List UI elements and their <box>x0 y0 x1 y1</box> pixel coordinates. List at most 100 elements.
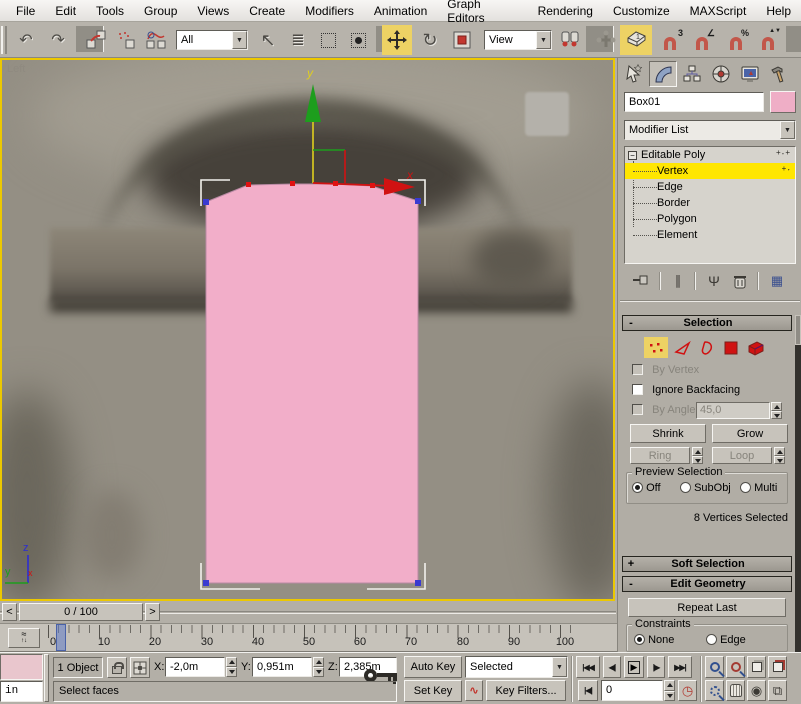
y-spinner[interactable] <box>313 657 324 677</box>
bind-to-space-warp-button[interactable] <box>142 26 170 54</box>
move-gizmo[interactable] <box>305 84 415 195</box>
window-crossing-button[interactable] <box>344 26 372 54</box>
by-angle-row[interactable]: By Angle: <box>632 404 699 416</box>
pan-button[interactable] <box>726 680 745 701</box>
tab-hierarchy[interactable] <box>678 61 706 87</box>
radio-icon[interactable] <box>706 634 717 645</box>
tab-utilities[interactable] <box>765 61 793 87</box>
previous-frame-button[interactable]: ◀| <box>603 656 621 678</box>
use-pivot-center-button[interactable] <box>556 26 584 54</box>
menu-customize[interactable]: Customize <box>603 2 680 20</box>
make-unique-button[interactable]: Ψ <box>702 270 726 292</box>
select-and-move-button[interactable] <box>382 25 412 55</box>
arc-rotate-button[interactable]: ◉ <box>747 680 766 701</box>
object-name-field[interactable]: Box01 <box>624 92 764 112</box>
key-mode-toggle-button[interactable]: |◀| <box>578 680 598 701</box>
dropdown-arrow-icon[interactable]: ▼ <box>780 121 795 139</box>
absolute-mode-toggle[interactable] <box>130 657 150 678</box>
y-coord-field[interactable]: 0,951m <box>252 657 312 677</box>
constraint-none-radio[interactable]: None <box>634 634 674 646</box>
default-tangents-button[interactable]: ∿ <box>465 680 483 701</box>
spinner-snap-button[interactable]: ▲▼ <box>754 26 782 54</box>
listener-splitter[interactable] <box>44 654 49 702</box>
menu-create[interactable]: Create <box>239 2 295 20</box>
zoom-extents-button[interactable] <box>747 656 766 678</box>
select-and-scale-button[interactable] <box>448 26 476 54</box>
select-and-rotate-button[interactable]: ↻ <box>416 26 444 54</box>
angle-snap-button[interactable]: ∠ <box>688 26 716 54</box>
zoom-button[interactable] <box>705 656 724 678</box>
time-slider-handle[interactable]: 0 / 100 <box>19 603 143 621</box>
ignore-backfacing-checkbox[interactable] <box>632 384 643 395</box>
previous-frame-arrow[interactable]: < <box>2 603 17 621</box>
select-and-link-button[interactable] <box>82 26 110 54</box>
polygon-subobject-button[interactable] <box>720 337 742 358</box>
object-color-swatch[interactable] <box>770 91 796 113</box>
reference-coordinate-dropdown[interactable]: View▼ <box>484 30 552 50</box>
panel-scrollbar[interactable] <box>795 315 801 652</box>
maxscript-listener-pane[interactable]: in <box>0 681 43 702</box>
by-vertex-checkbox[interactable] <box>632 364 643 375</box>
preview-off-radio[interactable]: Off <box>632 482 661 494</box>
menu-file[interactable]: File <box>6 2 45 20</box>
macro-recorder-pane[interactable] <box>0 654 43 680</box>
next-frame-arrow[interactable]: > <box>145 603 160 621</box>
edge-subobject-button[interactable] <box>672 337 694 358</box>
select-and-manipulate-button[interactable] <box>592 26 620 54</box>
toolbar-grip[interactable] <box>1 26 7 54</box>
snaps-toggle-button[interactable]: 3 <box>656 26 684 54</box>
menu-edit[interactable]: Edit <box>45 2 86 20</box>
by-angle-spinner[interactable] <box>771 402 782 419</box>
menu-maxscript[interactable]: MAXScript <box>680 2 757 20</box>
shrink-button[interactable]: Shrink <box>630 424 706 443</box>
ring-button[interactable]: Ring <box>630 447 690 464</box>
tab-create[interactable] <box>620 61 648 87</box>
zoom-extents-all-button[interactable] <box>768 656 787 678</box>
radio-icon[interactable] <box>680 482 691 493</box>
next-frame-button[interactable]: |▶ <box>647 656 665 678</box>
preview-multi-radio[interactable]: Multi <box>740 482 777 494</box>
rollout-edit-geometry-header[interactable]: - Edit Geometry <box>622 576 792 592</box>
go-to-start-button[interactable]: |◀◀ <box>576 656 600 678</box>
go-to-end-button[interactable]: ▶▶| <box>668 656 692 678</box>
x-coord-field[interactable]: -2,0m <box>165 657 225 677</box>
current-frame-field[interactable]: 0 <box>601 680 663 701</box>
radio-icon[interactable] <box>634 634 645 645</box>
undo-button[interactable]: ↶ <box>12 26 40 54</box>
stack-row-edge[interactable]: Edge <box>625 179 795 195</box>
redo-button[interactable]: ↷ <box>44 26 72 54</box>
by-angle-field[interactable]: 45,0 <box>696 402 770 419</box>
play-button[interactable]: ▶ <box>624 656 644 678</box>
radio-icon[interactable] <box>740 482 751 493</box>
time-configuration-button[interactable]: ◷ <box>678 680 697 701</box>
open-mini-curve-editor-button[interactable]: ≈↑↓ <box>8 628 40 648</box>
by-vertex-row[interactable]: By Vertex <box>632 364 699 376</box>
rectangular-selection-region-button[interactable] <box>314 26 342 54</box>
menu-views[interactable]: Views <box>187 2 239 20</box>
remove-modifier-button[interactable] <box>728 270 752 292</box>
percent-snap-button[interactable]: % <box>722 26 750 54</box>
menu-modifiers[interactable]: Modifiers <box>295 2 364 20</box>
show-end-result-button[interactable]: ∥ <box>666 270 690 292</box>
select-by-name-button[interactable]: ≣ <box>284 26 312 54</box>
auto-key-button[interactable]: Auto Key <box>404 656 462 678</box>
menu-group[interactable]: Group <box>134 2 187 20</box>
x-spinner[interactable] <box>226 657 237 677</box>
viewport-label[interactable]: Left <box>7 63 25 75</box>
track-bar[interactable]: ≈↑↓ 0 10 20 30 40 50 60 70 80 90 100 <box>0 624 617 652</box>
modifier-list-dropdown[interactable]: Modifier List▼ <box>624 120 796 140</box>
tab-modify[interactable] <box>649 61 677 87</box>
radio-icon[interactable] <box>632 482 643 493</box>
viewport-left[interactable]: y x z y x Left <box>0 58 615 601</box>
dropdown-arrow-icon[interactable]: ▼ <box>232 31 247 49</box>
pin-stack-button[interactable] <box>628 270 654 292</box>
selection-filter-dropdown[interactable]: All▼ <box>176 30 248 50</box>
rollout-soft-selection-header[interactable]: + Soft Selection <box>622 556 792 572</box>
element-subobject-button[interactable] <box>744 337 768 358</box>
dropdown-arrow-icon[interactable]: ▼ <box>552 657 567 677</box>
loop-button[interactable]: Loop <box>712 447 772 464</box>
stack-row-vertex[interactable]: Vertex +˖ <box>625 163 795 179</box>
unlink-selection-button[interactable] <box>112 26 140 54</box>
set-key-button[interactable]: Set Key <box>404 680 462 702</box>
menu-animation[interactable]: Animation <box>364 2 437 20</box>
